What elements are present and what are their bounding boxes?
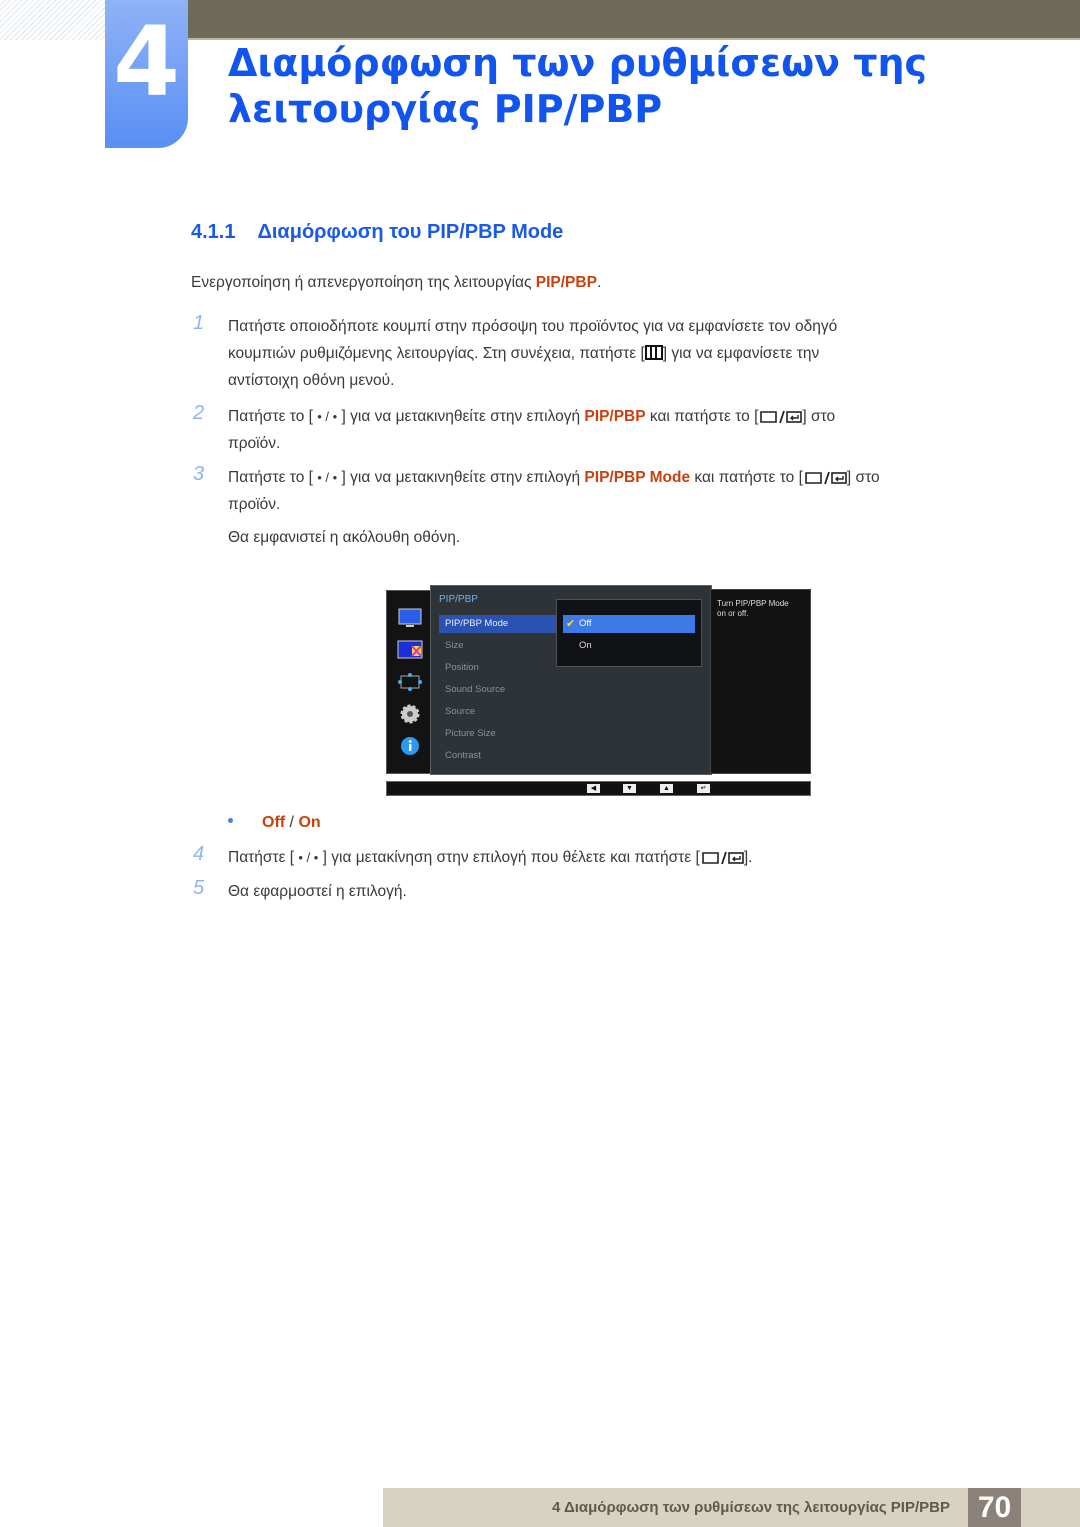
step-number-3: 3 bbox=[193, 463, 205, 485]
step-2-text: Πατήστε το [ • / • ] για να μετακινηθείτ… bbox=[228, 403, 835, 457]
step-2-d: ] στο bbox=[802, 408, 836, 425]
step-1-line1: Πατήστε οποιοδήποτε κουμπί στην πρόσοψη … bbox=[228, 318, 838, 335]
step-2-b: ] για να μετακινηθείτε στην επιλογή bbox=[337, 408, 585, 425]
up-down-buttons-icon: • / • bbox=[317, 470, 338, 485]
osd-option-on[interactable]: On bbox=[563, 637, 695, 655]
left-arrow-icon[interactable]: ◀ bbox=[587, 784, 600, 793]
osd-sidebar bbox=[386, 590, 434, 774]
footer-bar: 4 Διαμόρφωση των ρυθμίσεων της λειτουργί… bbox=[383, 1488, 968, 1527]
bullet-icon bbox=[228, 818, 233, 823]
up-down-buttons-icon: • / • bbox=[298, 850, 319, 865]
osd-item-size[interactable]: Size bbox=[439, 637, 559, 655]
enter-icon[interactable]: ↵ bbox=[697, 784, 710, 793]
step-number-5: 5 bbox=[193, 877, 205, 899]
osd-option-off[interactable]: ✔ Off bbox=[563, 615, 695, 633]
option-separator: / bbox=[285, 814, 299, 831]
step-2-line2: προϊόν. bbox=[228, 435, 281, 452]
section-number: 4.1.1 bbox=[191, 221, 236, 243]
footer-chapter-title: 4 Διαμόρφωση των ρυθμίσεων της λειτουργί… bbox=[551, 1499, 950, 1516]
enter-source-icon bbox=[805, 471, 847, 485]
up-arrow-icon[interactable]: ▲ bbox=[660, 784, 673, 793]
pip-icon bbox=[397, 640, 423, 659]
osd-item-contrast[interactable]: Contrast bbox=[439, 747, 559, 765]
osd-option-off-label: Off bbox=[579, 618, 592, 629]
step-3-note: Θα εμφανιστεί η ακόλουθη οθόνη. bbox=[228, 529, 461, 546]
step-3-b: ] για να μετακινηθείτε στην επιλογή bbox=[337, 469, 585, 486]
step-3-line2: προϊόν. bbox=[228, 496, 281, 513]
position-icon bbox=[398, 673, 422, 691]
chapter-number: 4 bbox=[113, 6, 180, 118]
step-3-highlight: PIP/PBP Mode bbox=[584, 469, 691, 486]
chapter-number-box: 4 bbox=[105, 0, 188, 148]
page-number: 70 bbox=[968, 1488, 1021, 1527]
step-1-line3: αντίστοιχη οθόνη μενού. bbox=[228, 372, 395, 389]
step-2-c: και πατήστε το [ bbox=[645, 408, 759, 425]
osd-option-on-label: On bbox=[579, 640, 592, 651]
option-off: Off bbox=[262, 814, 286, 831]
enter-source-icon bbox=[702, 851, 744, 865]
menu-button-icon bbox=[644, 345, 663, 360]
step-4-text: Πατήστε [ • / • ] για μετακίνηση στην επ… bbox=[228, 844, 752, 871]
intro-end: . bbox=[596, 274, 602, 291]
chapter-title-line1: Διαμόρφωση των ρυθμίσεων της bbox=[228, 41, 928, 85]
osd-item-picture-size[interactable]: Picture Size bbox=[439, 725, 559, 743]
picture-icon bbox=[398, 608, 422, 627]
step-number-1: 1 bbox=[193, 312, 205, 334]
osd-options-popup: ✔ Off On bbox=[556, 599, 702, 667]
osd-item-pip-pbp-mode[interactable]: PIP/PBP Mode bbox=[439, 615, 559, 633]
info-icon bbox=[401, 737, 419, 755]
chapter-title: Διαμόρφωση των ρυθμίσεων της λειτουργίας… bbox=[228, 40, 927, 132]
step-4-c: ]. bbox=[743, 849, 753, 866]
step-number-2: 2 bbox=[193, 402, 205, 424]
step-2-highlight: PIP/PBP bbox=[584, 408, 646, 425]
step-1-line2b: ] για να εμφανίσετε την bbox=[662, 345, 820, 362]
enter-source-icon bbox=[760, 410, 803, 424]
step-3-c: και πατήστε το [ bbox=[690, 469, 803, 486]
intro-text: Ενεργοποίηση ή απενεργοποίηση της λειτου… bbox=[191, 274, 536, 291]
section-title-text: Διαμόρφωση του PIP/PBP Mode bbox=[257, 221, 564, 243]
footer-bar-end bbox=[1021, 1488, 1080, 1527]
step-4-b: ] για μετακίνηση στην επιλογή που θέλετε… bbox=[318, 849, 700, 866]
step-3-text: Πατήστε το [ • / • ] για να μετακινηθείτ… bbox=[228, 464, 880, 551]
chapter-title-line2: λειτουργίας PIP/PBP bbox=[228, 87, 663, 131]
osd-item-position[interactable]: Position bbox=[439, 659, 559, 677]
decorative-hatch bbox=[0, 0, 105, 40]
osd-help-panel: Turn PIP/PBP Mode on or off. bbox=[710, 589, 811, 774]
intro-highlight: PIP/PBP bbox=[535, 274, 597, 291]
settings-icon bbox=[400, 704, 420, 724]
osd-item-sound-source[interactable]: Sound Source bbox=[439, 681, 559, 699]
osd-help-line1: Turn PIP/PBP Mode bbox=[717, 599, 789, 608]
osd-help-text: Turn PIP/PBP Mode on or off. bbox=[717, 599, 789, 619]
step-1-line2: κουμπιών ρυθμιζόμενης λειτουργίας. Στη σ… bbox=[228, 340, 837, 367]
step-number-4: 4 bbox=[193, 843, 205, 865]
osd-menu-title: PIP/PBP bbox=[439, 594, 478, 605]
step-1-line2a: κουμπιών ρυθμιζόμενης λειτουργίας. Στη σ… bbox=[228, 345, 645, 362]
step-4-a: Πατήστε [ bbox=[228, 849, 299, 866]
step-1-text: Πατήστε οποιοδήποτε κουμπί στην πρόσοψη … bbox=[228, 313, 837, 394]
osd-help-line2: on or off. bbox=[717, 609, 749, 618]
option-on: On bbox=[298, 814, 321, 831]
options-list: Off / On bbox=[262, 809, 321, 836]
down-arrow-icon[interactable]: ▼ bbox=[623, 784, 636, 793]
osd-button-guide: ◀ ▼ ▲ ↵ bbox=[386, 781, 811, 796]
intro-paragraph: Ενεργοποίηση ή απενεργοποίηση της λειτου… bbox=[191, 269, 601, 296]
section-title: 4.1.1 Διαμόρφωση του PIP/PBP Mode bbox=[191, 221, 563, 244]
step-3-d: ] στο bbox=[846, 469, 880, 486]
header-bar bbox=[185, 0, 1080, 40]
check-icon: ✔ bbox=[566, 618, 576, 630]
up-down-buttons-icon: • / • bbox=[317, 409, 338, 424]
step-3-a: Πατήστε το [ bbox=[228, 469, 318, 486]
step-2-a: Πατήστε το [ bbox=[228, 408, 318, 425]
osd-item-source[interactable]: Source bbox=[439, 703, 559, 721]
step-5-text: Θα εφαρμοστεί η επιλογή. bbox=[228, 883, 407, 900]
